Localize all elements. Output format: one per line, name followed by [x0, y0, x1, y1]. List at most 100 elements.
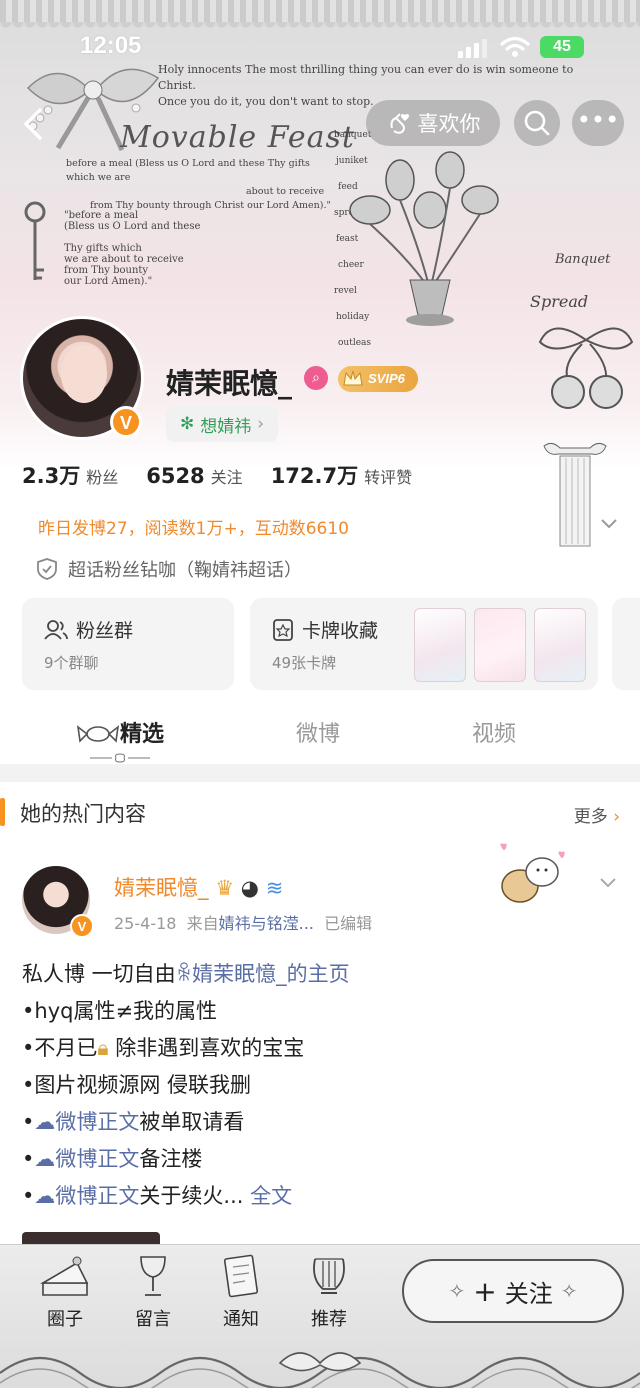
weibo-text-link[interactable]: 微博正文: [55, 1147, 139, 1171]
fans-group-title-row: 粉丝群: [44, 616, 133, 643]
card-collection-count: 49张卡牌: [272, 654, 337, 672]
fans-group-card[interactable]: 粉丝群 9个群聊: [22, 598, 234, 690]
like-you-button[interactable]: 喜欢你: [366, 100, 500, 146]
column-decoration: [543, 442, 607, 547]
card-collection-title-row: 卡牌收藏: [272, 616, 378, 643]
weibo-text-link[interactable]: 微博正文: [55, 1184, 139, 1208]
post-meta: 25-4-18 来自婧祎与铭滢... 已编辑: [114, 914, 373, 933]
people-icon: [44, 619, 68, 640]
stat-followers[interactable]: 2.3万 粉丝: [22, 460, 118, 490]
full-text-link[interactable]: 全文: [250, 1184, 292, 1208]
fans-group-title: 粉丝群: [76, 620, 134, 642]
post-body: 私人博 一切自由ꆜ婧茉眠憶_的主页 •hyq属性≠我的属性 •不月已🔒︎ 除非遇…: [22, 956, 622, 1215]
banner-script-spread: Spread: [530, 292, 589, 311]
profile-username: 婧茉眠憶_: [166, 367, 293, 400]
key-decoration: [24, 201, 46, 280]
post-author-name[interactable]: 婧茉眠憶_ ♛ ◕ ≋: [114, 872, 283, 902]
bottom-toolbar: 圈子 留言 通知 推荐 ✧ + 关注 ✧: [0, 1244, 640, 1388]
crown-badge-icon: ♛: [215, 876, 235, 900]
banner-prayer-small: "before a meal (Bless us O Lord and thes…: [64, 210, 201, 287]
nav-message[interactable]: 留言: [118, 1253, 188, 1331]
next-card-peek[interactable]: [612, 598, 640, 690]
svip-badge[interactable]: SVIP6: [338, 366, 418, 392]
section-accent-bar: [0, 798, 5, 826]
cellular-signal-icon: [458, 39, 487, 58]
post-line: •hyq属性≠我的属性: [22, 999, 218, 1023]
card-icon: [273, 618, 293, 641]
search-badge-icon[interactable]: ⌕: [304, 366, 328, 390]
follow-button[interactable]: ✧ + 关注 ✧: [402, 1259, 624, 1323]
panda-badge-icon: ◕: [240, 876, 260, 900]
tab-weibo[interactable]: 微博: [296, 716, 340, 748]
goblet-icon: [140, 1256, 166, 1296]
bear-sticker-decoration: [500, 843, 565, 903]
supertopic-fan-row[interactable]: 超话粉丝钻咖（鞠婧祎超话）: [36, 556, 302, 582]
nav-notify[interactable]: 通知: [206, 1253, 276, 1331]
chevron-down-icon[interactable]: [598, 872, 618, 892]
sparkle-icon: ✧: [560, 1279, 578, 1303]
wifi-icon: [500, 36, 530, 57]
clock: 12:05: [80, 32, 142, 59]
person-icon: ꆜ: [175, 962, 193, 986]
more-link-label: 更多: [573, 807, 608, 827]
lock-icon: 🔒︎: [97, 1036, 109, 1060]
lace-border: [0, 0, 640, 22]
search-icon: [524, 110, 550, 136]
sparkle-icon: ✧: [448, 1279, 466, 1303]
card-thumbnail[interactable]: [534, 608, 586, 682]
post-line: •☁︎微博正文关于续火... 全文: [22, 1184, 293, 1208]
search-button[interactable]: [514, 100, 560, 146]
nav-circle-label: 圈子: [47, 1309, 83, 1330]
card-collection-title: 卡牌收藏: [302, 620, 379, 642]
status-bar: 12:05 45: [0, 30, 640, 66]
more-dots-icon: •••: [576, 106, 620, 134]
more-options-button[interactable]: •••: [572, 100, 624, 146]
stat-interactions[interactable]: 172.7万 转评赞: [271, 460, 412, 490]
nav-notify-label: 通知: [223, 1309, 259, 1330]
more-link[interactable]: 更多 ›: [574, 802, 620, 827]
banner-word: outleas: [338, 338, 372, 348]
post-source-link[interactable]: 婧祎与铭滢...: [219, 914, 314, 933]
fan-tag-button[interactable]: ✻ 想婧祎 ›: [166, 406, 279, 442]
shield-check-icon: [37, 558, 57, 580]
stat-following[interactable]: 6528 关注: [146, 464, 242, 488]
card-collection-card[interactable]: 卡牌收藏 49张卡牌: [250, 598, 598, 690]
banner-title: Movable Feast: [120, 120, 355, 155]
nav-recommend[interactable]: 推荐: [294, 1253, 364, 1331]
back-arrow-icon[interactable]: [16, 104, 52, 144]
battery-indicator: 45: [540, 36, 584, 58]
banner-prayer: before a meal (Bless us O Lord and these…: [66, 158, 331, 211]
post-line: •☁︎微博正文被单取请看: [22, 1110, 245, 1134]
cloud-link-icon: ☁︎: [34, 1184, 56, 1208]
fan-tag-label: 想婧祎: [200, 416, 252, 437]
tab-featured[interactable]: 精选: [120, 716, 164, 748]
post-line: 私人博 一切自由ꆜ婧茉眠憶_的主页: [22, 962, 350, 986]
chevron-right-icon: ›: [613, 807, 620, 827]
crown-icon: [343, 370, 363, 386]
plus-icon: +: [473, 1274, 497, 1308]
card-thumbnail[interactable]: [414, 608, 466, 682]
post-line: •☁︎微博正文备注楼: [22, 1147, 203, 1171]
nav-circle[interactable]: 圈子: [30, 1253, 100, 1331]
post-line: •图片视频源网 侵联我删: [22, 1073, 252, 1097]
lace-scallop: [0, 22, 640, 30]
hot-content-title: 她的热门内容: [20, 802, 146, 826]
section-divider: [0, 764, 640, 782]
hand-heart-icon: [390, 113, 409, 134]
weibo-text-link[interactable]: 微博正文: [55, 1110, 139, 1134]
activity-summary: 昨日发博27，阅读数1万+，互动数6610: [38, 519, 349, 539]
cake-icon: [40, 1256, 89, 1296]
follow-label: 关注: [504, 1279, 553, 1308]
avatar-face: [61, 345, 107, 403]
tab-video[interactable]: 视频: [472, 716, 516, 748]
profile-link[interactable]: 婧茉眠憶_的主页: [192, 962, 350, 986]
tab-underline-ornament: [90, 753, 150, 763]
like-you-label: 喜欢你: [417, 112, 481, 136]
hot-content-header: 她的热门内容 更多 ›: [0, 782, 640, 842]
ribbon-border-decoration: [0, 1352, 640, 1388]
chevron-down-icon[interactable]: [598, 512, 620, 534]
card-thumbnail[interactable]: [474, 608, 526, 682]
nav-recommend-label: 推荐: [311, 1309, 347, 1330]
nav-message-label: 留言: [135, 1309, 171, 1330]
post-line: •不月已🔒︎ 除非遇到喜欢的宝宝: [22, 1036, 305, 1060]
